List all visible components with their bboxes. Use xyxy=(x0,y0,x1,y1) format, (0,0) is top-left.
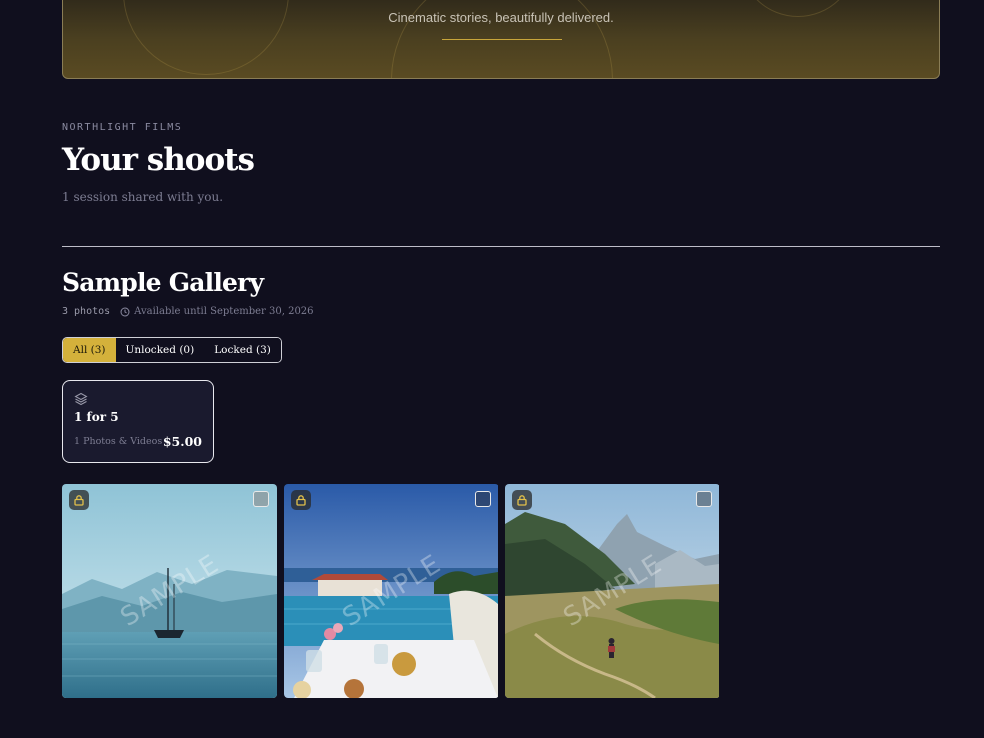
lock-icon xyxy=(512,490,532,510)
photo-count: 3 photos xyxy=(62,306,111,317)
package-description: 1 Photos & Videos xyxy=(74,436,163,447)
gallery-title: Sample Gallery xyxy=(62,268,264,297)
package-price: $5.00 xyxy=(162,434,202,449)
select-checkbox[interactable] xyxy=(253,491,269,507)
section-divider xyxy=(62,246,940,247)
package-name: 1 for 5 xyxy=(74,410,119,424)
availability: Available until September 30, 2026 xyxy=(120,306,314,317)
availability-text: Available until September 30, 2026 xyxy=(134,306,314,317)
layers-icon xyxy=(74,392,88,406)
page-title: Your shoots xyxy=(62,142,255,178)
clock-icon xyxy=(120,307,130,316)
lock-icon xyxy=(291,490,311,510)
photo-tile[interactable]: SAMPLE xyxy=(284,484,499,698)
filter-tabs: All (3) Unlocked (0) Locked (3) xyxy=(62,337,282,363)
studio-name: NORTHLIGHT FILMS xyxy=(62,122,183,133)
lock-icon xyxy=(69,490,89,510)
select-checkbox[interactable] xyxy=(475,491,491,507)
hero-tagline: Cinematic stories, beautifully delivered… xyxy=(388,10,614,25)
photo-tile[interactable]: SAMPLE xyxy=(62,484,277,698)
select-checkbox[interactable] xyxy=(696,491,712,507)
photo-tile[interactable]: SAMPLE xyxy=(505,484,720,698)
hero-banner: Cinematic stories, beautifully delivered… xyxy=(62,0,940,79)
filter-tab-locked[interactable]: Locked (3) xyxy=(204,338,281,362)
filter-tab-all[interactable]: All (3) xyxy=(63,338,116,362)
package-card[interactable]: 1 for 5 1 Photos & Videos $5.00 xyxy=(62,380,214,463)
hero-accent-rule xyxy=(442,39,562,40)
filter-tab-unlocked[interactable]: Unlocked (0) xyxy=(115,338,205,362)
page-subtitle: 1 session shared with you. xyxy=(62,190,224,204)
gallery-meta: 3 photos Available until September 30, 2… xyxy=(62,306,314,317)
